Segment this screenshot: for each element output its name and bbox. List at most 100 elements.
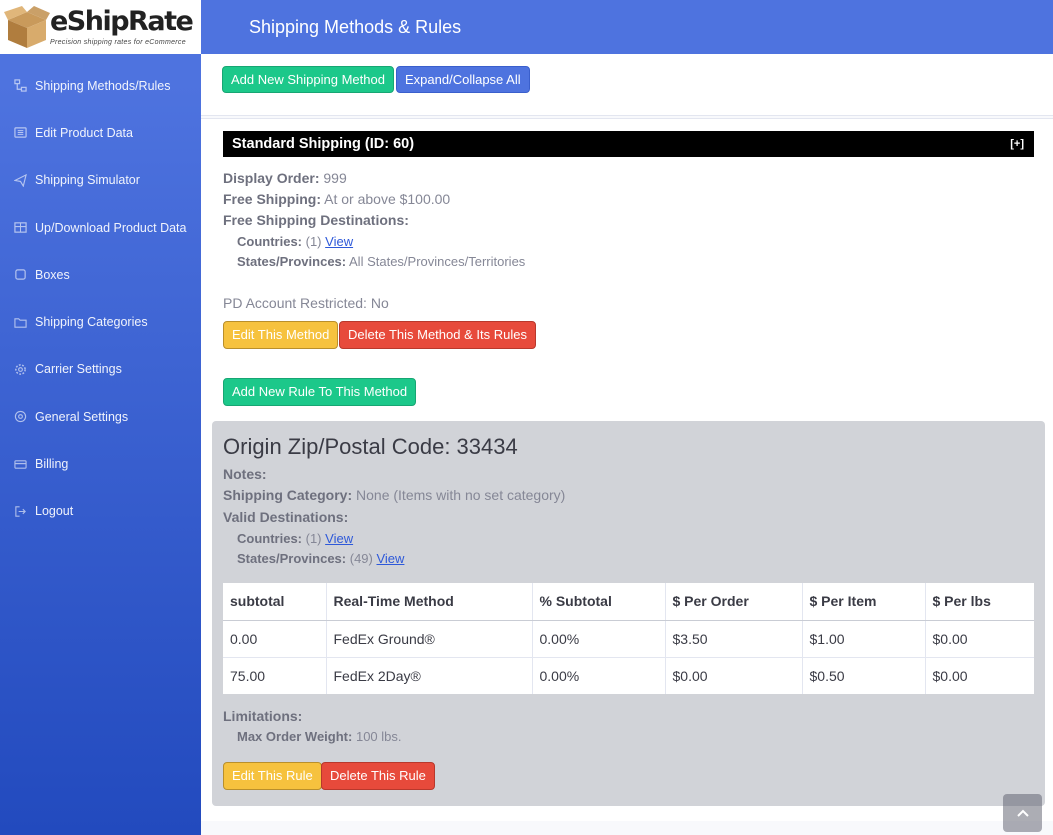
column-header: $ Per lbs — [924, 583, 1034, 621]
table-cell: $3.50 — [664, 619, 802, 657]
column-header: % Subtotal — [531, 583, 665, 621]
table-cell: 0.00 — [223, 619, 326, 657]
sidebar-item-general-settings[interactable]: General Settings — [0, 393, 201, 440]
method-title: Standard Shipping (ID: 60) — [232, 136, 415, 152]
table-icon — [13, 221, 27, 235]
table-cell: $1.00 — [801, 619, 925, 657]
free-shipping-label: Free Shipping: — [223, 191, 321, 207]
edit-method-button[interactable]: Edit This Method — [223, 321, 339, 349]
expand-collapse-button[interactable]: Expand/Collapse All — [396, 66, 530, 93]
sidebar-item-boxes[interactable]: Boxes — [0, 251, 201, 298]
countries-count: (1) — [305, 234, 322, 249]
topbar: Shipping Methods & Rules — [201, 0, 1053, 54]
valid-dest-row: Valid Destinations: — [223, 509, 565, 531]
cogs-icon — [13, 410, 27, 424]
rule-states-row: States/Provinces: (49) View — [223, 551, 565, 571]
sidebar-item-edit-product-data[interactable]: Edit Product Data — [0, 109, 201, 156]
paper-plane-icon — [13, 173, 27, 187]
credit-card-icon — [13, 457, 27, 471]
limitations-row: Limitations: — [223, 708, 402, 729]
free-shipping-value: At or above $100.00 — [324, 191, 451, 207]
countries-label: Countries: — [237, 531, 302, 546]
brand-logo[interactable]: eShipRate Precision shipping rates for e… — [0, 0, 201, 54]
main-content: Add New Shipping Method Expand/Collapse … — [201, 54, 1053, 835]
sidebar-item-label: Logout — [35, 504, 74, 519]
sign-out-icon — [13, 504, 27, 518]
states-count: (49) — [349, 551, 373, 566]
column-header: Real-Time Method — [325, 583, 532, 621]
sidebar-item-shipping-methods[interactable]: Shipping Methods/Rules — [0, 62, 201, 109]
category-row: Shipping Category: None (Items with no s… — [223, 487, 565, 509]
delete-method-button[interactable]: Delete This Method & Its Rules — [339, 321, 536, 349]
rates-table: subtotal Real-Time Method % Subtotal $ P… — [223, 583, 1034, 694]
table-cell: 0.00% — [531, 656, 665, 694]
sidebar-item-label: Shipping Simulator — [35, 173, 140, 188]
states-label: States/Provinces: — [237, 254, 347, 269]
sidebar-item-up-download[interactable]: Up/Download Product Data — [0, 204, 201, 251]
view-states-link[interactable]: View — [376, 551, 404, 566]
box-logo-icon — [4, 4, 50, 50]
sidebar-nav: Shipping Methods/Rules Edit Product Data… — [0, 54, 201, 535]
edit-rule-button[interactable]: Edit This Rule — [223, 762, 322, 790]
notes-label: Notes: — [223, 466, 267, 482]
sidebar-item-label: Boxes — [35, 267, 70, 282]
notes-row: Notes: — [223, 466, 565, 487]
page-title: Shipping Methods & Rules — [249, 16, 462, 37]
sidebar-item-label: Shipping Methods/Rules — [35, 78, 171, 93]
table-cell: $0.50 — [801, 656, 925, 694]
free-states-row: States/Provinces: All States/Provinces/T… — [223, 254, 525, 274]
free-dest-label: Free Shipping Destinations: — [223, 212, 409, 228]
table-header-row: subtotal Real-Time Method % Subtotal $ P… — [223, 583, 1034, 621]
free-countries-row: Countries: (1) View — [223, 234, 525, 254]
sidebar-item-logout[interactable]: Logout — [0, 488, 201, 535]
free-dest-row: Free Shipping Destinations: — [223, 212, 525, 234]
countries-count: (1) — [305, 531, 322, 546]
countries-label: Countries: — [237, 234, 302, 249]
states-value: All States/Provinces/Territories — [349, 254, 526, 269]
column-header: subtotal — [223, 583, 326, 621]
view-countries-link[interactable]: View — [325, 531, 353, 546]
sitemap-icon — [13, 79, 27, 93]
table-row: 0.00 FedEx Ground® 0.00% $3.50 $1.00 $0.… — [223, 619, 1034, 657]
pd-restricted: PD Account Restricted: No — [223, 295, 389, 311]
table-cell: $0.00 — [924, 619, 1034, 657]
chevron-up-icon — [1016, 809, 1029, 817]
sidebar-item-label: Billing — [35, 457, 69, 472]
scroll-to-top-button[interactable] — [1003, 794, 1042, 832]
brand-name: eShipRate — [50, 6, 194, 37]
rule-details: Notes: Shipping Category: None (Items wi… — [223, 466, 565, 571]
limitations-label: Limitations: — [223, 708, 303, 724]
max-weight-row: Max Order Weight: 100 lbs. — [223, 729, 402, 749]
square-icon — [13, 268, 27, 282]
max-weight-label: Max Order Weight: — [237, 729, 353, 744]
expand-toggle[interactable]: [+] — [1010, 138, 1024, 150]
limitations: Limitations: Max Order Weight: 100 lbs. — [223, 708, 402, 749]
table-cell: FedEx 2Day® — [325, 656, 532, 694]
add-rule-button[interactable]: Add New Rule To This Method — [223, 378, 417, 406]
method-header[interactable]: Standard Shipping (ID: 60) [+] — [223, 131, 1034, 157]
sidebar-item-carrier-settings[interactable]: Carrier Settings — [0, 346, 201, 393]
sidebar-item-billing[interactable]: Billing — [0, 440, 201, 487]
category-value: None (Items with no set category) — [356, 487, 566, 503]
sidebar-item-label: General Settings — [35, 409, 129, 424]
table-cell: 75.00 — [223, 656, 326, 694]
display-order-value: 999 — [323, 170, 347, 186]
display-order-label: Display Order: — [223, 170, 320, 186]
column-header: $ Per Order — [664, 583, 802, 621]
view-countries-link[interactable]: View — [325, 234, 353, 249]
table-row: 75.00 FedEx 2Day® 0.00% $0.00 $0.50 $0.0… — [223, 656, 1034, 694]
sidebar-item-shipping-simulator[interactable]: Shipping Simulator — [0, 157, 201, 204]
states-label: States/Provinces: — [237, 551, 347, 566]
add-shipping-method-button[interactable]: Add New Shipping Method — [222, 66, 394, 93]
brand-tagline: Precision shipping rates for eCommerce — [50, 39, 186, 46]
delete-rule-button[interactable]: Delete This Rule — [321, 762, 435, 790]
rule-title: Origin Zip/Postal Code: 33434 — [223, 434, 518, 459]
sidebar-item-shipping-categories[interactable]: Shipping Categories — [0, 298, 201, 345]
table-cell: $0.00 — [664, 656, 802, 694]
toolbar: Add New Shipping Method Expand/Collapse … — [201, 54, 1053, 116]
table-cell: $0.00 — [924, 656, 1034, 694]
sidebar: eShipRate Precision shipping rates for e… — [0, 0, 201, 835]
table-cell: 0.00% — [531, 619, 665, 657]
valid-dest-label: Valid Destinations: — [223, 509, 349, 525]
list-icon — [13, 126, 27, 140]
